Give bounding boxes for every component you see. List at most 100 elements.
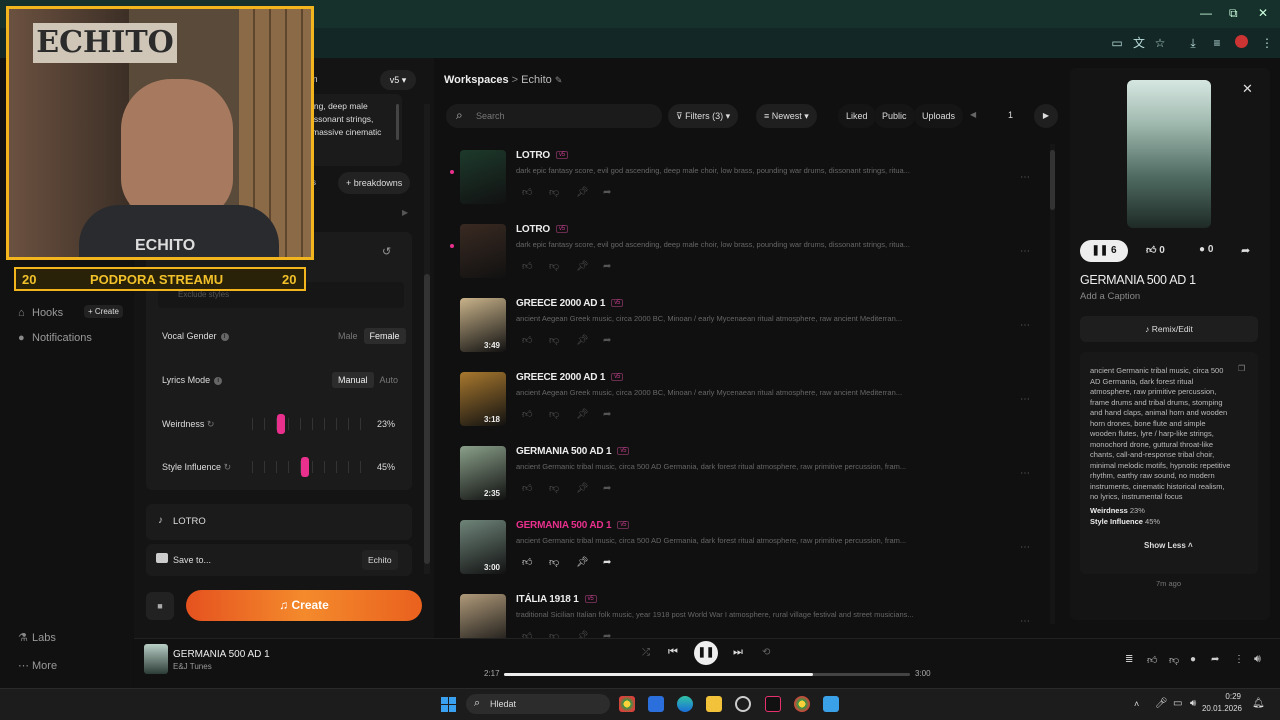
like-icon[interactable]: 👍︎: [522, 334, 549, 346]
profile-avatar[interactable]: [1235, 35, 1248, 48]
share-icon[interactable]: ➦: [1241, 244, 1250, 257]
song-thumbnail[interactable]: 3:00: [460, 520, 506, 574]
song-thumbnail[interactable]: 3:49: [460, 298, 506, 352]
tiktok-icon[interactable]: [765, 696, 781, 712]
lyrics-auto-option[interactable]: Auto: [374, 372, 405, 388]
shuffle-icon[interactable]: ⤮: [642, 647, 650, 658]
vocal-female-option[interactable]: Female: [363, 328, 406, 344]
share-icon[interactable]: ➦: [603, 409, 630, 420]
likes-count[interactable]: 👍︎ 0: [1146, 244, 1165, 256]
taskbar-search[interactable]: ⌕ Hledat: [466, 694, 610, 714]
song-title[interactable]: ITÁLIA 1918 1 v5: [516, 594, 597, 605]
save-to-row[interactable]: Save to... Echito: [146, 544, 412, 576]
more-options-icon[interactable]: ⋮: [1234, 654, 1244, 665]
share-icon[interactable]: ➦: [1211, 654, 1219, 665]
pin-icon[interactable]: 📌︎: [576, 187, 603, 198]
chrome-icon[interactable]: [619, 696, 635, 712]
like-icon[interactable]: 👍︎: [522, 408, 549, 420]
dislike-icon[interactable]: 👎︎: [549, 186, 576, 198]
edit-pencil-icon[interactable]: ✎: [555, 75, 563, 85]
more-options-icon[interactable]: ⋯: [1020, 172, 1030, 183]
share-icon[interactable]: ➦: [603, 261, 630, 272]
repeat-icon[interactable]: ⟲: [762, 647, 770, 658]
reading-list-icon[interactable]: ≡: [1209, 35, 1225, 51]
comment-icon[interactable]: ●: [1190, 654, 1196, 665]
workspace-select[interactable]: Echito: [362, 550, 398, 570]
minimize-button[interactable]: —: [1200, 6, 1212, 20]
song-title[interactable]: GERMANIA 500 AD 1 v5: [516, 446, 630, 457]
clock-time[interactable]: 0:29: [1207, 692, 1241, 701]
nav-item-notifications[interactable]: ● Notifications: [18, 332, 92, 344]
prev-page-icon[interactable]: ◀: [970, 110, 976, 119]
expand-arrow-icon[interactable]: ▶: [402, 208, 408, 217]
show-less-button[interactable]: Show Less ˄: [1144, 541, 1193, 550]
progress-bar[interactable]: [504, 673, 910, 676]
share-icon[interactable]: ➦: [603, 335, 630, 346]
public-filter[interactable]: Public: [874, 104, 915, 128]
add-caption[interactable]: Add a Caption: [1080, 291, 1140, 302]
volume-icon[interactable]: 🔊︎: [1254, 653, 1261, 666]
download-icon[interactable]: ⤓: [1185, 35, 1201, 51]
dislike-icon[interactable]: 👎︎: [549, 260, 576, 272]
remix-edit-button[interactable]: ♪ Remix/Edit: [1080, 316, 1258, 342]
breadcrumb-workspaces[interactable]: Workspaces: [444, 74, 509, 86]
lyrics-manual-option[interactable]: Manual: [332, 372, 374, 388]
next-icon[interactable]: ⏭︎: [733, 646, 743, 659]
song-row[interactable]: LOTRO v5 dark epic fantasy score, evil god…: [450, 224, 1050, 294]
breakdowns-chip[interactable]: + breakdowns: [338, 172, 411, 194]
more-options-icon[interactable]: ⋯: [1020, 320, 1030, 331]
more-options-icon[interactable]: ⋯: [1020, 394, 1030, 405]
vocal-male-option[interactable]: Male: [332, 328, 364, 344]
dislike-icon[interactable]: 👎︎: [549, 408, 576, 420]
vocal-gender-toggle[interactable]: Male Female: [332, 328, 406, 344]
pin-icon[interactable]: 📌︎: [576, 409, 603, 420]
form-scrollbar[interactable]: [424, 104, 430, 574]
uploads-filter[interactable]: Uploads: [914, 104, 964, 128]
create-button[interactable]: ♫ Create: [186, 590, 422, 621]
weirdness-slider[interactable]: [250, 414, 366, 434]
more-options-icon[interactable]: ⋯: [1020, 616, 1030, 627]
player-artist[interactable]: E&J Tunes: [173, 662, 212, 671]
more-options-icon[interactable]: ⋯: [1020, 468, 1030, 479]
song-row[interactable]: 3:49 GREECE 2000 AD 1 v5 ancient Aegean Gre…: [460, 298, 1050, 368]
nav-item-more[interactable]: ⋯ More: [18, 659, 57, 672]
song-row[interactable]: 3:18 GREECE 2000 AD 1 v5 ancient Aegean Gre…: [460, 372, 1050, 442]
chrome-active-icon[interactable]: [794, 696, 810, 712]
lyrics-mode-toggle[interactable]: Manual Auto: [332, 372, 405, 388]
song-title[interactable]: GERMANIA 500 AD 1 v5: [516, 520, 630, 531]
song-thumbnail[interactable]: 3:18: [460, 372, 506, 426]
prompt-scrollbar[interactable]: [396, 104, 399, 140]
more-options-icon[interactable]: ⋯: [1020, 246, 1030, 257]
filters-button[interactable]: ⊽ Filters (3) ▾: [668, 104, 739, 128]
tray-chevron-icon[interactable]: ˄: [1134, 699, 1139, 709]
song-title[interactable]: GREECE 2000 AD 1 v5: [516, 372, 624, 383]
translate-icon[interactable]: 文: [1131, 35, 1147, 51]
like-icon[interactable]: 👍︎: [522, 556, 549, 568]
close-window-button[interactable]: ✕: [1258, 6, 1268, 20]
maximize-button[interactable]: ⧉: [1229, 6, 1238, 21]
song-row[interactable]: 3:00 GERMANIA 500 AD 1 v5 ancient Germanic …: [460, 520, 1050, 590]
obs-icon[interactable]: [735, 696, 751, 712]
version-select[interactable]: v5 ▾: [380, 70, 416, 90]
pin-icon[interactable]: 📌︎: [576, 261, 603, 272]
bookmark-star-icon[interactable]: ☆: [1152, 35, 1168, 51]
song-title[interactable]: LOTRO v5: [516, 150, 568, 161]
windows-start-icon[interactable]: [441, 697, 456, 712]
slider-thumb[interactable]: [301, 457, 309, 477]
search-input[interactable]: ⌕ Search: [446, 104, 662, 128]
like-icon[interactable]: 👍︎: [1147, 654, 1157, 666]
song-title[interactable]: LOTRO v5: [516, 224, 568, 235]
share-icon[interactable]: ➦: [603, 187, 630, 198]
close-panel-icon[interactable]: ✕: [1242, 81, 1253, 97]
copy-icon[interactable]: ❐: [1238, 364, 1245, 373]
queue-icon[interactable]: ≣: [1125, 654, 1133, 665]
list-scrollbar[interactable]: [1050, 144, 1055, 624]
dislike-icon[interactable]: 👎︎: [549, 334, 576, 346]
song-title[interactable]: GREECE 2000 AD 1 v5: [516, 298, 624, 309]
pin-icon[interactable]: 📌︎: [576, 483, 603, 494]
like-icon[interactable]: 👍︎: [522, 260, 549, 272]
reset-icon[interactable]: ↺: [382, 245, 391, 258]
song-row[interactable]: 2:35 GERMANIA 500 AD 1 v5 ancient Germanic …: [460, 446, 1050, 516]
microphone-icon[interactable]: 🎤︎: [1155, 698, 1168, 709]
next-page-icon[interactable]: ▶: [1034, 104, 1058, 128]
